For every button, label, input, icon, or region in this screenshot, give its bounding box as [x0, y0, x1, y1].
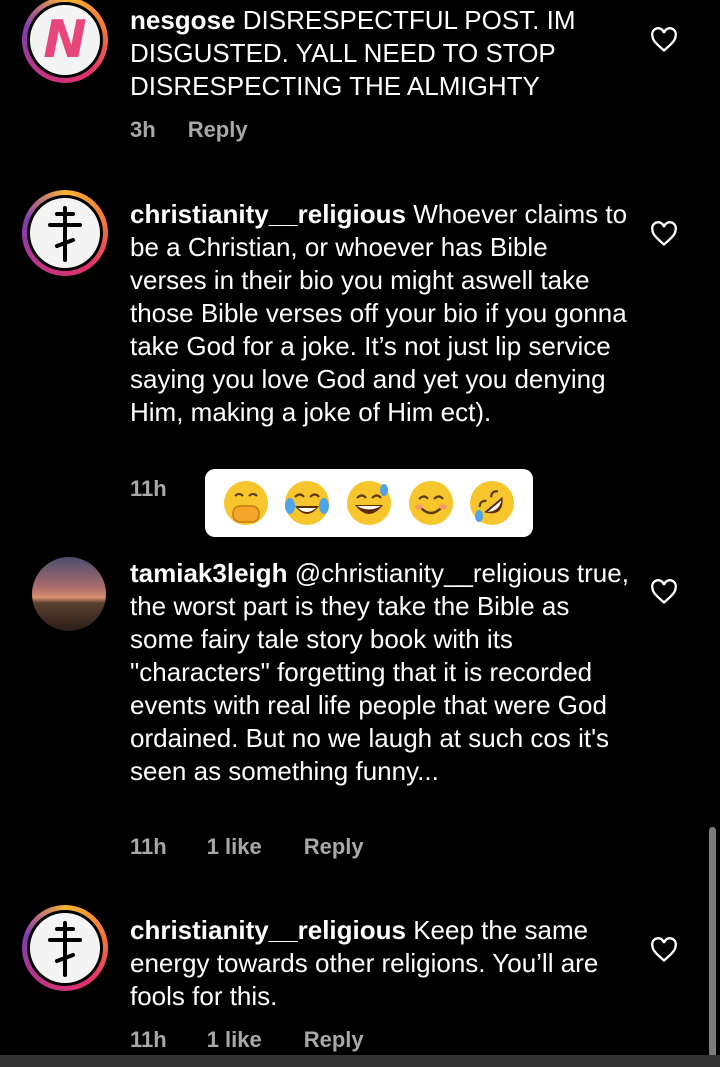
heart-outline-icon[interactable]	[650, 221, 678, 247]
bottom-divider	[0, 1055, 720, 1067]
username[interactable]: nesgose	[130, 5, 236, 35]
comment-text: tamiak3leigh @christianity__religious tr…	[130, 557, 630, 788]
scrollbar[interactable]	[709, 827, 716, 1067]
orthodox-cross-icon	[48, 921, 82, 977]
username[interactable]: tamiak3leigh	[130, 558, 288, 588]
reply-button[interactable]: Reply	[188, 117, 248, 143]
comment-text: christianity__religious Keep the same en…	[130, 914, 630, 1013]
timestamp: 11h	[130, 1027, 167, 1052]
hand-over-mouth-emoji	[223, 481, 268, 525]
likes-count[interactable]: 1 like	[207, 1027, 262, 1053]
avatar[interactable]: N	[22, 0, 108, 83]
heart-outline-icon[interactable]	[650, 937, 678, 963]
comment-body: @christianity__religious true, the worst…	[130, 558, 629, 786]
reply-button[interactable]: Reply	[304, 1027, 364, 1053]
orthodox-cross-icon	[48, 206, 82, 262]
avatar[interactable]	[22, 190, 108, 276]
rolling-laughing-emoji	[470, 481, 515, 525]
comment-meta: 11h 1 like Reply	[130, 1027, 364, 1053]
comment-body: Whoever claims to be a Christian, or who…	[130, 199, 628, 427]
timestamp: 11h	[130, 834, 167, 859]
avatar[interactable]	[32, 557, 106, 631]
reply-button[interactable]: Reply	[304, 834, 364, 860]
smiling-emoji	[408, 481, 453, 525]
tears-of-joy-emoji	[285, 481, 330, 525]
username[interactable]: christianity__religious	[130, 915, 406, 945]
heart-outline-icon[interactable]	[650, 579, 678, 605]
avatar[interactable]	[22, 905, 108, 991]
avatar-letter: N	[43, 10, 87, 70]
comment-text: christianity__religious Whoever claims t…	[130, 198, 630, 429]
likes-count[interactable]: 1 like	[207, 834, 262, 860]
comment-text: nesgose DISRESPECTFUL POST. IM DISGUSTED…	[130, 4, 630, 103]
username[interactable]: christianity__religious	[130, 199, 406, 229]
timestamp: 11h	[130, 476, 167, 501]
grinning-sweat-emoji	[346, 481, 391, 525]
heart-outline-icon[interactable]	[650, 27, 678, 53]
comment-meta: 3h Reply	[130, 117, 248, 143]
emoji-sticker	[205, 469, 533, 537]
timestamp: 3h	[130, 117, 156, 142]
comment-meta: 11h 1 like Reply	[130, 834, 364, 860]
comment-meta: 11h	[130, 476, 167, 502]
